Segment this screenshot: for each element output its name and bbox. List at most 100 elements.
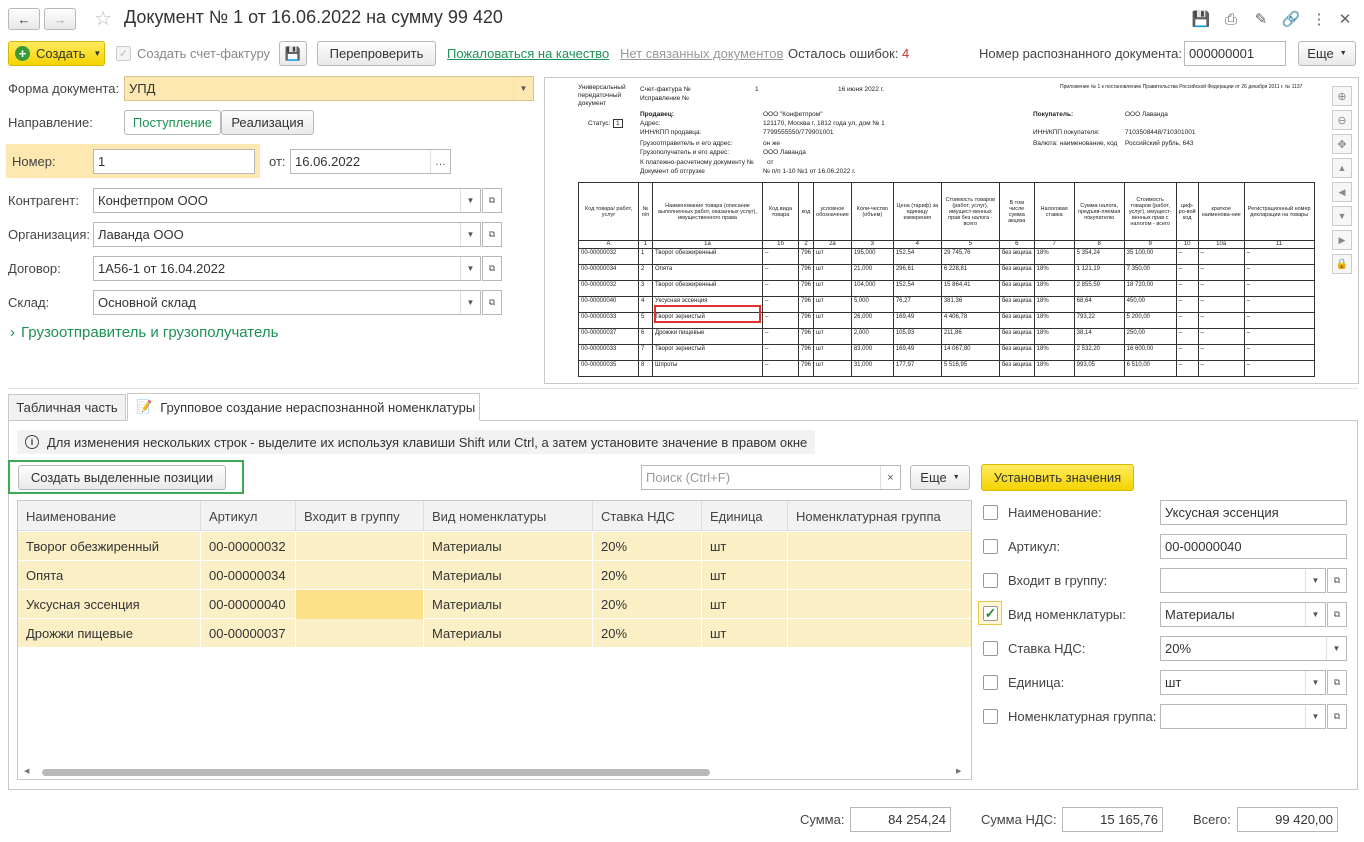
move-icon[interactable]: ✥ <box>1332 134 1352 154</box>
create-invoice-checkbox[interactable]: ✓ <box>116 46 131 61</box>
open-icon[interactable]: ⧉ <box>482 222 502 247</box>
complain-link[interactable]: Пожаловаться на качество <box>447 46 609 61</box>
table-row[interactable]: Дрожжи пищевые 00-00000037 Материалы 20%… <box>18 619 971 648</box>
scan-cell: 104,000 <box>850 280 894 297</box>
scan-cell: шт <box>813 280 852 297</box>
recognized-number-field[interactable]: 000000001 <box>1184 41 1286 66</box>
scan-cell: Творог обезжиренный <box>652 248 763 265</box>
contract-field[interactable]: 1А56-1 от 16.04.2022 ▼ <box>93 256 481 281</box>
col-unit[interactable]: Единица <box>702 501 788 531</box>
date-field[interactable]: 16.06.2022 … <box>290 149 451 174</box>
warehouse-field[interactable]: Основной склад ▼ <box>93 290 481 315</box>
col-name[interactable]: Наименование <box>18 501 201 531</box>
close-icon[interactable]: ✕ <box>1334 8 1356 30</box>
panel-name-field[interactable]: Уксусная эссенция <box>1160 500 1347 525</box>
col-article[interactable]: Артикул <box>201 501 296 531</box>
scroll-left-arrow[interactable]: ◀ <box>24 767 29 775</box>
chevron-down-icon[interactable]: ▼ <box>1305 569 1325 592</box>
nomgroup-checkbox[interactable] <box>983 709 998 724</box>
horizontal-scrollbar[interactable] <box>42 769 710 776</box>
panel-kind-field[interactable]: Материалы ▼ <box>1160 602 1326 627</box>
table-row[interactable]: Уксусная эссенция 00-00000040 Материалы … <box>18 590 971 619</box>
tab-table[interactable]: Табличная часть <box>8 394 126 420</box>
scroll-left-icon[interactable]: ◀ <box>1332 182 1352 202</box>
create-button[interactable]: + Создать ▼ <box>8 41 105 66</box>
scan-cell: без акциза <box>998 344 1035 361</box>
vat-checkbox[interactable] <box>983 641 998 656</box>
open-icon[interactable]: ⧉ <box>1327 704 1347 729</box>
open-icon[interactable]: ⧉ <box>482 188 502 213</box>
group-more-button[interactable]: Еще ▼ <box>910 465 970 490</box>
more-button[interactable]: Еще ▼ <box>1298 41 1356 66</box>
chevron-down-icon[interactable]: ▼ <box>460 257 480 280</box>
save-doc-icon[interactable]: 💾 <box>1190 8 1212 30</box>
open-icon[interactable]: ⧉ <box>482 256 502 281</box>
shipper-section-toggle[interactable]: › Грузоотправитель и грузополучатель <box>10 324 278 341</box>
scan-cell: № п/п <box>638 182 653 241</box>
active-cell[interactable] <box>296 590 424 619</box>
scroll-down-icon[interactable]: ▼ <box>1332 206 1352 226</box>
clear-icon[interactable]: × <box>880 466 900 489</box>
name-checkbox[interactable] <box>983 505 998 520</box>
number-field[interactable]: 1 <box>93 149 255 174</box>
doc-form-select[interactable]: УПД ▼ <box>124 76 534 101</box>
counterparty-field[interactable]: Конфетпром ООО ▼ <box>93 188 481 213</box>
scroll-right-arrow[interactable]: ▶ <box>956 767 961 775</box>
panel-unit-field[interactable]: шт ▼ <box>1160 670 1326 695</box>
article-checkbox[interactable] <box>983 539 998 554</box>
zoom-out-icon[interactable]: ⊖ <box>1332 110 1352 130</box>
chevron-down-icon[interactable]: ▼ <box>1305 603 1325 626</box>
chevron-down-icon[interactable]: ▼ <box>513 77 533 100</box>
zoom-in-icon[interactable]: ⊕ <box>1332 86 1352 106</box>
open-icon[interactable]: ⧉ <box>1327 568 1347 593</box>
panel-vat-field[interactable]: 20% ▼ <box>1160 636 1347 661</box>
scroll-up-icon[interactable]: ▲ <box>1332 158 1352 178</box>
direction-out-toggle[interactable]: Реализация <box>221 110 314 135</box>
table-row[interactable]: Опята 00-00000034 Материалы 20% шт <box>18 561 971 590</box>
panel-nomgroup-field[interactable]: ▼ <box>1160 704 1326 729</box>
back-button[interactable]: ← <box>8 8 40 30</box>
chevron-down-icon[interactable]: ▼ <box>1305 705 1325 728</box>
col-kind[interactable]: Вид номенклатуры <box>424 501 593 531</box>
scan-cell: 450,00 <box>1123 296 1177 313</box>
chevron-down-icon[interactable]: ▼ <box>1326 637 1346 660</box>
set-values-button[interactable]: Установить значения <box>981 464 1134 491</box>
recheck-button[interactable]: Перепроверить <box>317 41 436 66</box>
lock-icon[interactable]: 🔒 <box>1332 254 1352 274</box>
group-checkbox[interactable] <box>983 573 998 588</box>
edit-icon[interactable]: ✎ <box>1250 8 1272 30</box>
unit-checkbox[interactable] <box>983 675 998 690</box>
chevron-down-icon[interactable]: ▼ <box>460 291 480 314</box>
open-icon[interactable]: ⧉ <box>1327 602 1347 627</box>
related-docs-link[interactable]: Нет связанных документов <box>620 46 783 61</box>
kind-checkbox[interactable]: ✓ <box>983 605 998 621</box>
search-input[interactable]: Поиск (Ctrl+F) × <box>641 465 901 490</box>
table-row[interactable]: Творог обезжиренный 00-00000032 Материал… <box>18 532 971 561</box>
col-group[interactable]: Входит в группу <box>296 501 424 531</box>
col-nomgroup[interactable]: Номенклатурная группа <box>788 501 971 531</box>
chevron-down-icon[interactable]: ▼ <box>460 223 480 246</box>
org-field[interactable]: Лаванда ООО ▼ <box>93 222 481 247</box>
col-vat[interactable]: Ставка НДС <box>593 501 702 531</box>
scroll-right-icon[interactable]: ▶ <box>1332 230 1352 250</box>
scan-cell: – <box>1197 264 1245 281</box>
save-button[interactable]: 💾 <box>279 41 307 66</box>
create-selected-button[interactable]: Создать выделенные позиции <box>18 465 226 490</box>
panel-group-field[interactable]: ▼ <box>1160 568 1326 593</box>
chevron-down-icon[interactable]: ▼ <box>460 189 480 212</box>
scan-cell: – <box>1197 360 1245 377</box>
print-icon[interactable]: ⎙ <box>1220 8 1242 30</box>
chevron-down-icon[interactable]: ▼ <box>1305 671 1325 694</box>
scan-cell: 250,00 <box>1123 328 1177 345</box>
tab-group-create[interactable]: 📝 Групповое создание нераспознанной номен… <box>127 393 480 421</box>
calendar-icon[interactable]: … <box>430 150 450 173</box>
forward-button[interactable]: → <box>44 8 76 30</box>
star-icon[interactable]: ☆ <box>92 7 114 30</box>
direction-in-toggle[interactable]: Поступление <box>124 110 221 135</box>
open-icon[interactable]: ⧉ <box>482 290 502 315</box>
link-icon[interactable]: 🔗 <box>1280 8 1302 30</box>
panel-article-field[interactable]: 00-00000040 <box>1160 534 1347 559</box>
open-icon[interactable]: ⧉ <box>1327 670 1347 695</box>
more-vert-icon[interactable]: ⋮ <box>1308 8 1330 30</box>
scan-cell: 6 510,00 <box>1123 360 1177 377</box>
